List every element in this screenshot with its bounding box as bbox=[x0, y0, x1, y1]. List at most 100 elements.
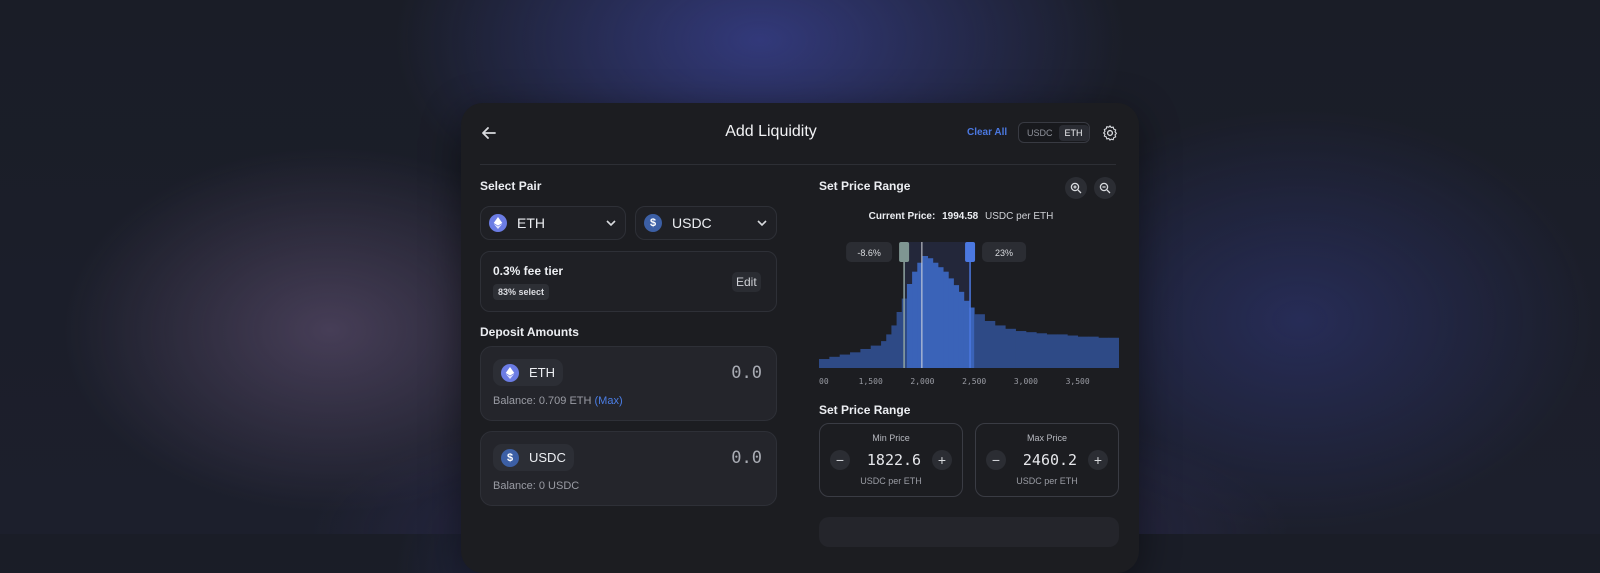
bottom-panel bbox=[819, 517, 1119, 547]
x-tick-label: 3,500 bbox=[1066, 377, 1090, 386]
eth-icon bbox=[489, 214, 507, 232]
histogram-bar bbox=[906, 284, 913, 368]
histogram-bar bbox=[927, 258, 934, 368]
deposit-usdc-token[interactable]: $ USDC bbox=[493, 444, 574, 471]
histogram-bar bbox=[839, 354, 851, 368]
price-range-heading-2: Set Price Range bbox=[819, 403, 911, 417]
deposit-eth-token[interactable]: ETH bbox=[493, 359, 563, 386]
eth-icon bbox=[501, 363, 519, 382]
histogram-bar bbox=[891, 325, 897, 368]
current-price-value: 1994.58 bbox=[942, 211, 979, 222]
histogram-bar bbox=[953, 285, 960, 368]
histogram-bar bbox=[1098, 337, 1110, 368]
histogram-bar bbox=[932, 262, 939, 368]
token-b-select[interactable]: $ USDC bbox=[635, 206, 777, 240]
select-pair-heading: Select Pair bbox=[480, 179, 542, 193]
price-range-heading: Set Price Range bbox=[819, 179, 911, 193]
chevron-down-icon bbox=[757, 220, 767, 227]
histogram-bar bbox=[937, 267, 944, 368]
histogram-bar bbox=[1108, 337, 1119, 368]
histogram-bar bbox=[829, 356, 841, 368]
usdc-balance: Balance: 0 USDC bbox=[493, 480, 579, 492]
header-divider bbox=[480, 164, 1116, 165]
toggle-eth[interactable]: ETH bbox=[1058, 124, 1089, 141]
current-price-unit: USDC per ETH bbox=[985, 211, 1054, 222]
min-price-increment[interactable]: + bbox=[932, 450, 952, 470]
zoom-in-button[interactable] bbox=[1065, 177, 1087, 199]
x-tick-label: 2,500 bbox=[962, 377, 986, 386]
deposit-eth-card: ETH Balance: 0.709 ETH (Max) bbox=[480, 346, 777, 421]
token-a-label: ETH bbox=[517, 215, 545, 231]
histogram-bar bbox=[860, 348, 872, 368]
deposit-usdc-input[interactable] bbox=[620, 447, 764, 469]
max-button[interactable]: (Max) bbox=[595, 395, 623, 407]
histogram-bar bbox=[1077, 336, 1089, 368]
fee-tier-card: 0.3% fee tier 83% select Edit bbox=[480, 251, 777, 312]
minus-icon: − bbox=[991, 452, 1001, 468]
deposit-usdc-card: $ USDC Balance: 0 USDC bbox=[480, 431, 777, 506]
histogram-bar bbox=[896, 312, 903, 368]
min-price-label: Min Price bbox=[872, 433, 910, 443]
max-price-unit: USDC per ETH bbox=[1016, 476, 1078, 486]
x-tick-label: 3,000 bbox=[1014, 377, 1038, 386]
minus-icon: − bbox=[835, 452, 845, 468]
histogram-bar bbox=[1025, 332, 1037, 368]
histogram-bar bbox=[963, 300, 970, 368]
edit-fee-button[interactable]: Edit bbox=[732, 272, 761, 292]
zoom-out-icon bbox=[1099, 182, 1111, 194]
histogram-bar bbox=[974, 314, 985, 368]
histogram-bar bbox=[881, 341, 887, 368]
gear-icon[interactable] bbox=[1101, 124, 1119, 142]
max-range-handle[interactable] bbox=[965, 242, 976, 262]
x-tick-label: 00 bbox=[819, 377, 829, 386]
token-toggle: USDC ETH bbox=[1018, 122, 1090, 143]
histogram-bar bbox=[850, 352, 861, 368]
histogram-bar bbox=[994, 325, 1006, 368]
deposit-heading: Deposit Amounts bbox=[480, 325, 579, 339]
histogram-bar bbox=[943, 271, 949, 368]
histogram-bar bbox=[870, 345, 882, 368]
clear-all-button[interactable]: Clear All bbox=[967, 127, 1007, 138]
max-price-decrement[interactable]: − bbox=[986, 450, 1006, 470]
histogram-bar bbox=[922, 256, 929, 368]
zoom-in-icon bbox=[1070, 182, 1082, 194]
deposit-eth-label: ETH bbox=[529, 365, 555, 380]
max-price-increment[interactable]: + bbox=[1088, 450, 1108, 470]
histogram-bar bbox=[1087, 336, 1099, 368]
x-tick-label: 1,500 bbox=[859, 377, 883, 386]
fee-tier-badge: 83% select bbox=[493, 284, 550, 300]
deposit-usdc-label: USDC bbox=[529, 450, 566, 465]
usdc-balance-text: Balance: 0 USDC bbox=[493, 480, 580, 492]
x-tick-label: 2,000 bbox=[910, 377, 934, 386]
usdc-icon: $ bbox=[501, 448, 519, 467]
min-range-handle[interactable] bbox=[899, 242, 910, 262]
liquidity-chart[interactable]: -8.6% 23% 00 1,500 2,000 2,500 3,000 3,500 bbox=[819, 230, 1119, 390]
lower-pct-label: -8.6% bbox=[857, 248, 881, 258]
eth-balance: Balance: 0.709 ETH (Max) bbox=[493, 395, 623, 407]
min-price-decrement[interactable]: − bbox=[830, 450, 850, 470]
toggle-usdc[interactable]: USDC bbox=[1021, 125, 1059, 141]
current-price-label: Current Price: bbox=[868, 211, 936, 222]
min-price-input[interactable] bbox=[850, 450, 938, 470]
min-price-unit: USDC per ETH bbox=[860, 476, 922, 486]
histogram-bar bbox=[1067, 335, 1079, 368]
plus-icon: + bbox=[937, 452, 947, 468]
histogram-bar bbox=[1036, 333, 1047, 368]
histogram-bar bbox=[912, 271, 918, 368]
histogram-bar bbox=[1015, 331, 1027, 368]
max-price-label: Max Price bbox=[1026, 433, 1067, 443]
eth-balance-text: Balance: 0.709 ETH bbox=[493, 395, 592, 407]
histogram-bar bbox=[1005, 328, 1016, 368]
min-price-box: Min Price − + USDC per ETH bbox=[819, 423, 963, 497]
histogram-bar bbox=[948, 278, 954, 368]
fee-tier-label: 0.3% fee tier bbox=[493, 264, 564, 278]
token-a-select[interactable]: ETH bbox=[480, 206, 626, 240]
current-price: Current Price: 1994.58 USDC per ETH bbox=[811, 211, 1111, 222]
deposit-eth-input[interactable] bbox=[620, 362, 764, 384]
max-price-input[interactable] bbox=[1006, 450, 1094, 470]
histogram-bar bbox=[958, 291, 965, 368]
histogram-bar bbox=[1046, 334, 1058, 368]
histogram-bar bbox=[984, 320, 996, 368]
upper-pct-label: 23% bbox=[995, 248, 1013, 258]
zoom-out-button[interactable] bbox=[1094, 177, 1116, 199]
